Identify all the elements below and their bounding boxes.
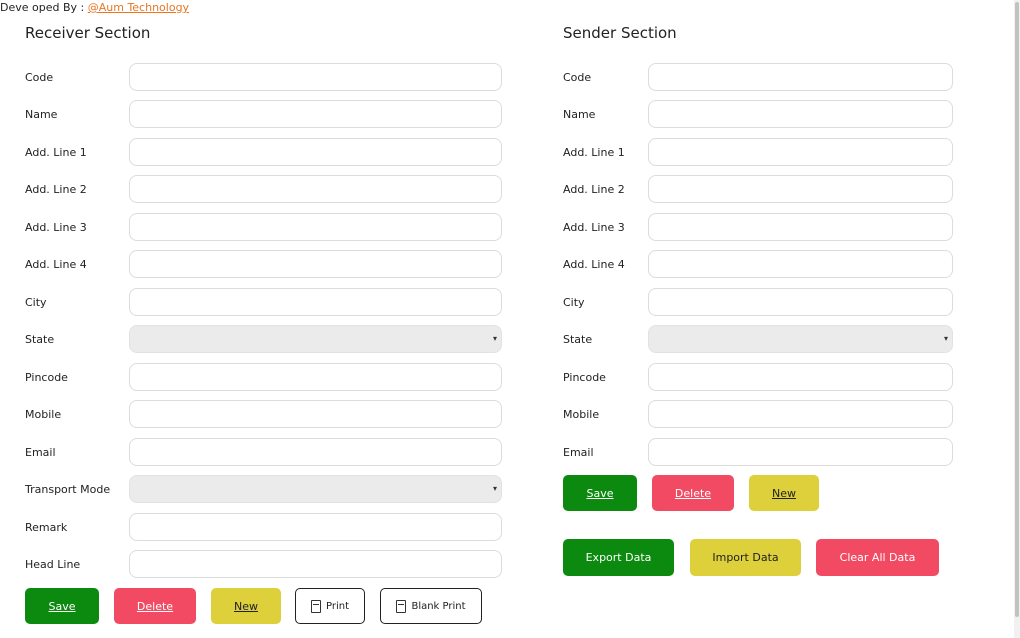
sender-pincode-input[interactable]: [648, 363, 953, 391]
receiver-city-input[interactable]: [129, 288, 502, 316]
receiver-mobile-label: Mobile: [25, 408, 62, 421]
sender-name-input[interactable]: [648, 100, 953, 128]
receiver-code-input[interactable]: [129, 63, 502, 91]
sender-add2-label: Add. Line 2: [563, 183, 625, 196]
print-button[interactable]: Print: [295, 588, 365, 624]
blank-print-button[interactable]: Blank Print: [380, 588, 482, 624]
receiver-code-label: Code: [25, 71, 54, 84]
sender-add4-label: Add. Line 4: [563, 258, 625, 271]
sender-pincode-label: Pincode: [563, 371, 606, 384]
blank-print-label: Blank Print: [411, 600, 466, 612]
receiver-name-input[interactable]: [129, 100, 502, 128]
receiver-add3-input[interactable]: [129, 213, 502, 241]
sender-email-input[interactable]: [648, 438, 953, 466]
sender-city-input[interactable]: [648, 288, 953, 316]
clear-all-data-button[interactable]: Clear All Data: [816, 539, 939, 576]
sender-add4-input[interactable]: [648, 250, 953, 278]
receiver-remark-input[interactable]: [129, 513, 502, 541]
sender-save-button[interactable]: Save: [563, 475, 637, 511]
receiver-new-button[interactable]: New: [211, 588, 281, 624]
import-data-button[interactable]: Import Data: [690, 539, 801, 576]
receiver-state-select[interactable]: ▾: [129, 325, 502, 353]
sender-state-select[interactable]: ▾: [648, 325, 953, 353]
sender-add1-label: Add. Line 1: [563, 146, 625, 159]
receiver-pincode-label: Pincode: [25, 371, 68, 384]
chevron-down-icon: ▾: [492, 484, 497, 493]
print-label: Print: [325, 600, 349, 612]
sender-add2-input[interactable]: [648, 175, 953, 203]
sender-code-label: Code: [563, 71, 592, 84]
receiver-add1-input[interactable]: [129, 138, 502, 166]
chevron-down-icon: ▾: [943, 334, 948, 343]
sender-mobile-label: Mobile: [563, 408, 600, 421]
document-icon: [396, 599, 407, 613]
document-icon: [310, 599, 321, 613]
receiver-add2-label: Add. Line 2: [25, 183, 87, 196]
sender-add3-label: Add. Line 3: [563, 221, 625, 234]
vertical-scrollbar[interactable]: [1014, 0, 1020, 638]
receiver-save-button[interactable]: Save: [25, 588, 99, 624]
receiver-name-label: Name: [25, 108, 58, 121]
receiver-state-label: State: [25, 333, 55, 346]
receiver-email-label: Email: [25, 446, 56, 459]
receiver-add3-label: Add. Line 3: [25, 221, 87, 234]
chevron-down-icon: ▾: [492, 334, 497, 343]
receiver-city-label: City: [25, 296, 47, 309]
sender-new-button[interactable]: New: [749, 475, 819, 511]
sender-name-label: Name: [563, 108, 596, 121]
receiver-transport-select[interactable]: ▾: [129, 475, 502, 503]
export-data-button[interactable]: Export Data: [563, 539, 674, 576]
receiver-headline-label: Head Line: [25, 558, 81, 571]
receiver-add4-input[interactable]: [129, 250, 502, 278]
receiver-pincode-input[interactable]: [129, 363, 502, 391]
receiver-transport-label: Transport Mode: [25, 483, 111, 496]
receiver-section-title: Receiver Section: [25, 24, 151, 42]
sender-mobile-input[interactable]: [648, 400, 953, 428]
sender-email-label: Email: [563, 446, 594, 459]
receiver-mobile-input[interactable]: [129, 400, 502, 428]
receiver-delete-button[interactable]: Delete: [114, 588, 196, 624]
sender-add3-input[interactable]: [648, 213, 953, 241]
receiver-add1-label: Add. Line 1: [25, 146, 87, 159]
sender-state-label: State: [563, 333, 593, 346]
developer-credit: Deve oped By : @Aum Technology: [0, 1, 189, 14]
receiver-headline-input[interactable]: [129, 550, 502, 578]
sender-section-title: Sender Section: [563, 24, 677, 42]
sender-delete-button[interactable]: Delete: [652, 475, 734, 511]
credit-link[interactable]: @Aum Technology: [88, 1, 189, 14]
credit-prefix: Deve oped By :: [0, 1, 88, 14]
sender-add1-input[interactable]: [648, 138, 953, 166]
receiver-add4-label: Add. Line 4: [25, 258, 87, 271]
receiver-add2-input[interactable]: [129, 175, 502, 203]
sender-city-label: City: [563, 296, 585, 309]
receiver-remark-label: Remark: [25, 521, 68, 534]
sender-code-input[interactable]: [648, 63, 953, 91]
receiver-email-input[interactable]: [129, 438, 502, 466]
scrollbar-thumb[interactable]: [1015, 2, 1019, 617]
